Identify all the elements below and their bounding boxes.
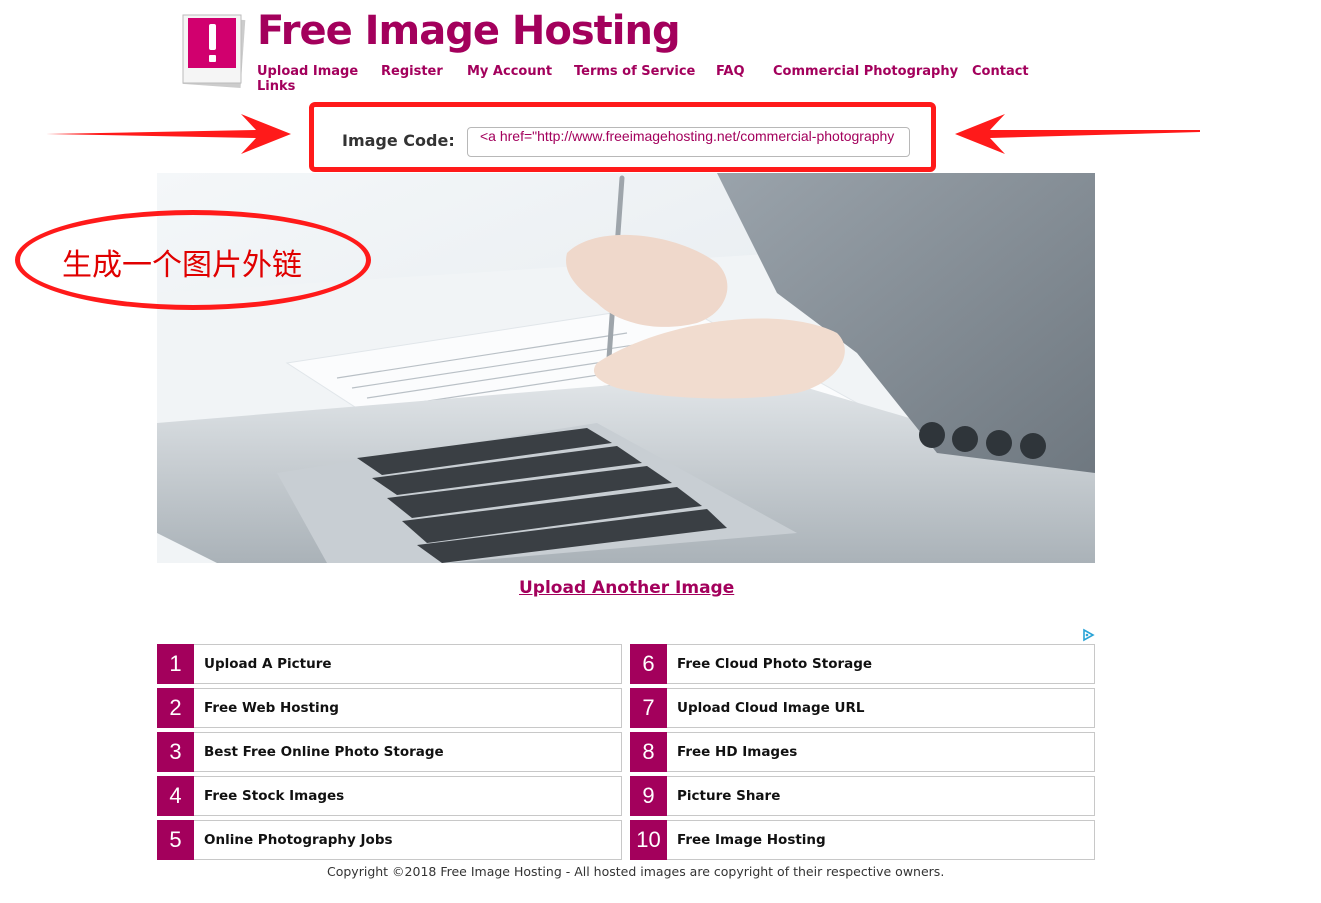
list-item-label[interactable]: Upload A Picture [204,656,332,672]
list-item[interactable]: 4 Free Stock Images [157,776,622,816]
link-list-right: 6 Free Cloud Photo Storage 7 Upload Clou… [630,644,1095,864]
right-arrow-annotation [955,114,1200,154]
list-item[interactable]: 8 Free HD Images [630,732,1095,772]
list-item[interactable]: 2 Free Web Hosting [157,688,622,728]
list-item-label[interactable]: Best Free Online Photo Storage [204,744,444,760]
link-list-left: 1 Upload A Picture 2 Free Web Hosting 3 … [157,644,622,864]
list-item[interactable]: 1 Upload A Picture [157,644,622,684]
list-item-number: 5 [157,820,194,860]
left-arrow-annotation [46,114,291,154]
image-code-field[interactable]: <a href="http://www.freeimagehosting.net… [467,127,910,157]
site-title[interactable]: Free Image Hosting [257,8,681,54]
adchoices-icon[interactable] [1081,628,1095,642]
image-code-label: Image Code: [342,131,455,150]
list-item-label[interactable]: Free Web Hosting [204,700,339,716]
list-item-number: 4 [157,776,194,816]
logo-icon[interactable] [181,12,247,88]
list-item[interactable]: 6 Free Cloud Photo Storage [630,644,1095,684]
nav-upload-image-links[interactable]: Upload Image Links [257,64,362,94]
list-item-number: 7 [630,688,667,728]
list-item[interactable]: 3 Best Free Online Photo Storage [157,732,622,772]
upload-another-image-link[interactable]: Upload Another Image [519,578,734,598]
list-item-label[interactable]: Free Stock Images [204,788,344,804]
list-item-label[interactable]: Free Cloud Photo Storage [677,656,872,672]
main-nav: Upload Image Links Register My Account T… [257,64,1057,98]
nav-faq[interactable]: FAQ [716,64,745,79]
list-item-number: 8 [630,732,667,772]
list-item[interactable]: 5 Online Photography Jobs [157,820,622,860]
list-item-number: 9 [630,776,667,816]
list-item-number: 1 [157,644,194,684]
nav-contact[interactable]: Contact [972,64,1029,79]
nav-register[interactable]: Register [381,64,443,79]
list-item-label[interactable]: Online Photography Jobs [204,832,393,848]
nav-terms-of-service[interactable]: Terms of Service [574,64,695,79]
list-item-label[interactable]: Upload Cloud Image URL [677,700,864,716]
annotation-text: 生成一个图片外链 [62,248,302,283]
list-item-label[interactable]: Free HD Images [677,744,797,760]
list-item[interactable]: 7 Upload Cloud Image URL [630,688,1095,728]
list-item-label[interactable]: Picture Share [677,788,780,804]
nav-commercial-photography[interactable]: Commercial Photography [773,64,958,79]
list-item-number: 6 [630,644,667,684]
list-item-number: 2 [157,688,194,728]
list-item-number: 10 [630,820,667,860]
list-item[interactable]: 9 Picture Share [630,776,1095,816]
list-item[interactable]: 10 Free Image Hosting [630,820,1095,860]
nav-my-account[interactable]: My Account [467,64,552,79]
list-item-label[interactable]: Free Image Hosting [677,832,826,848]
list-item-number: 3 [157,732,194,772]
footer-copyright: Copyright ©2018 Free Image Hosting - All… [327,864,945,879]
